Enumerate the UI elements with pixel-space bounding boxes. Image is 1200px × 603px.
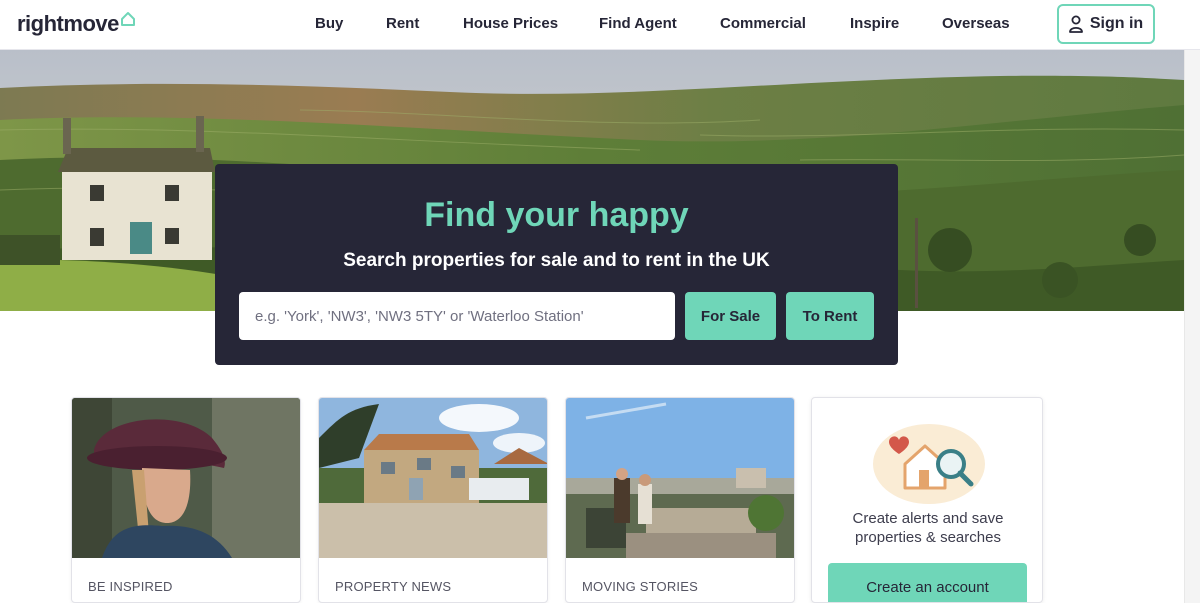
hero-title: Find your happy	[424, 196, 689, 234]
user-icon	[1068, 15, 1083, 33]
card-label: PROPERTY NEWS	[335, 579, 452, 594]
house-search-illustration-icon	[873, 424, 985, 504]
card-label: MOVING STORIES	[582, 579, 698, 594]
nav-commercial[interactable]: Commercial	[720, 15, 806, 32]
sign-in-button[interactable]: Sign in	[1057, 4, 1155, 44]
main-nav: Buy Rent House Prices Find Agent Commerc…	[0, 0, 1200, 50]
stone-cottage-photo-icon	[319, 398, 547, 558]
create-account-button[interactable]: Create an account	[828, 563, 1027, 602]
woman-in-hat-photo-icon	[72, 398, 300, 558]
hero-subtitle: Search properties for sale and to rent i…	[343, 250, 770, 271]
account-promo-line1: Create alerts and save	[852, 510, 1004, 527]
search-panel: Find your happy Search properties for sa…	[215, 164, 898, 365]
rooftop-terrace-photo-icon	[566, 398, 794, 558]
nav-inspire[interactable]: Inspire	[850, 15, 899, 32]
nav-rent[interactable]: Rent	[386, 15, 419, 32]
location-search-input[interactable]	[239, 292, 675, 340]
page-scrollbar[interactable]	[1184, 50, 1200, 603]
nav-house-prices[interactable]: House Prices	[463, 15, 558, 32]
create-account-card: Create alerts and save properties & sear…	[811, 397, 1043, 603]
sign-in-label: Sign in	[1089, 15, 1144, 32]
card-label: BE INSPIRED	[88, 579, 173, 594]
card-moving-stories[interactable]: MOVING STORIES	[565, 397, 795, 603]
to-rent-button[interactable]: To Rent	[786, 292, 874, 340]
nav-find-agent[interactable]: Find Agent	[599, 15, 677, 32]
nav-overseas[interactable]: Overseas	[942, 15, 1010, 32]
nav-buy[interactable]: Buy	[315, 15, 343, 32]
site-header: rightmove Buy Rent House Prices Find Age…	[0, 0, 1200, 50]
for-sale-button[interactable]: For Sale	[685, 292, 776, 340]
account-promo-line2: properties & searches	[855, 529, 1001, 546]
card-property-news[interactable]: PROPERTY NEWS	[318, 397, 548, 603]
account-promo-text: Create alerts and save properties & sear…	[812, 509, 1042, 547]
card-be-inspired[interactable]: BE INSPIRED	[71, 397, 301, 603]
